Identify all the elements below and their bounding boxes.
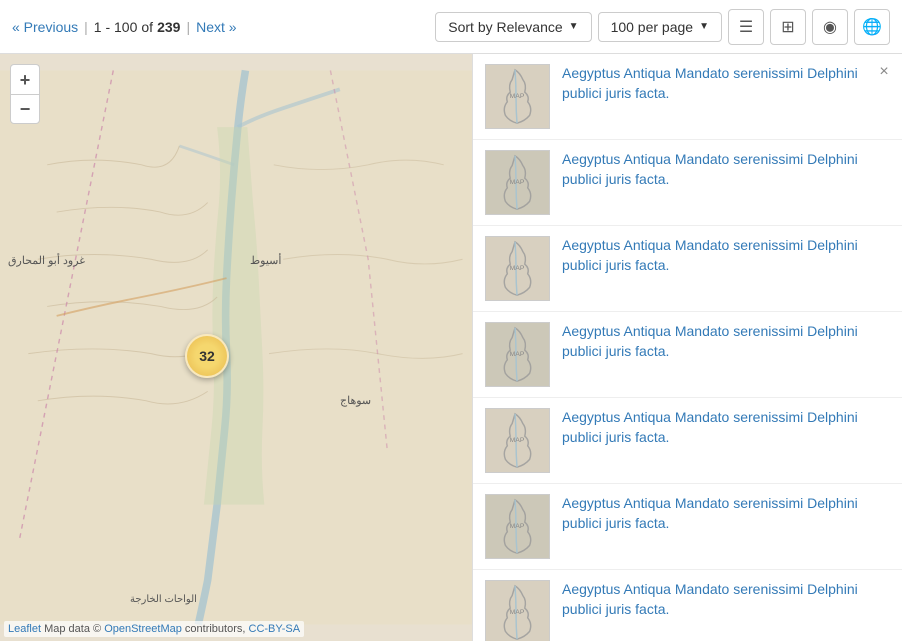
license-link[interactable]: CC-BY-SA	[249, 623, 301, 635]
result-thumbnail: MAP	[485, 64, 550, 129]
result-title-link[interactable]: Aegyptus Antiqua Mandato serenissimi Del…	[562, 323, 858, 359]
result-text: Aegyptus Antiqua Mandato serenissimi Del…	[562, 150, 890, 189]
attribution-contributors: contributors,	[185, 623, 246, 635]
svg-text:MAP: MAP	[510, 265, 525, 272]
svg-text:MAP: MAP	[510, 351, 525, 358]
zoom-in-button[interactable]: +	[10, 64, 40, 94]
result-title-link[interactable]: Aegyptus Antiqua Mandato serenissimi Del…	[562, 409, 858, 445]
result-item[interactable]: MAP Aegyptus Antiqua Mandato serenissimi…	[473, 140, 902, 226]
close-panel-button[interactable]: ×	[874, 62, 894, 82]
result-thumbnail: MAP	[485, 150, 550, 215]
sort-label: Sort by Relevance	[448, 19, 562, 35]
result-title-link[interactable]: Aegyptus Antiqua Mandato serenissimi Del…	[562, 151, 858, 187]
map-background	[0, 54, 472, 641]
prev-link[interactable]: « Previous	[12, 19, 78, 35]
result-text: Aegyptus Antiqua Mandato serenissimi Del…	[562, 64, 890, 103]
result-title-link[interactable]: Aegyptus Antiqua Mandato serenissimi Del…	[562, 65, 858, 101]
result-title-link[interactable]: Aegyptus Antiqua Mandato serenissimi Del…	[562, 581, 858, 617]
result-title-link[interactable]: Aegyptus Antiqua Mandato serenissimi Del…	[562, 495, 858, 531]
osm-link[interactable]: OpenStreetMap	[104, 623, 182, 635]
result-text: Aegyptus Antiqua Mandato serenissimi Del…	[562, 408, 890, 447]
result-text: Aegyptus Antiqua Mandato serenissimi Del…	[562, 236, 890, 275]
per-page-label: 100 per page	[611, 19, 694, 35]
cluster-marker[interactable]: 32	[185, 334, 229, 378]
controls: Sort by Relevance ▼ 100 per page ▼ ☰ ⊞ ◉…	[435, 9, 890, 45]
map-attribution: Leaflet Map data © OpenStreetMap contrib…	[4, 621, 304, 637]
result-item[interactable]: MAP Aegyptus Antiqua Mandato serenissimi…	[473, 398, 902, 484]
svg-text:MAP: MAP	[510, 179, 525, 186]
result-thumbnail: MAP	[485, 408, 550, 473]
result-thumbnail: MAP	[485, 580, 550, 641]
results-panel: × MAP Aegyptus Antiqua Mandato serenissi…	[472, 54, 902, 641]
zoom-out-button[interactable]: −	[10, 94, 40, 124]
svg-text:MAP: MAP	[510, 523, 525, 530]
per-page-dropdown[interactable]: 100 per page ▼	[598, 12, 722, 42]
of-label: of	[141, 19, 153, 35]
result-thumbnail: MAP	[485, 322, 550, 387]
result-item[interactable]: MAP Aegyptus Antiqua Mandato serenissimi…	[473, 312, 902, 398]
svg-text:MAP: MAP	[510, 93, 525, 100]
next-link[interactable]: Next »	[196, 19, 236, 35]
separator1: |	[84, 19, 88, 35]
result-text: Aegyptus Antiqua Mandato serenissimi Del…	[562, 494, 890, 533]
result-item[interactable]: MAP Aegyptus Antiqua Mandato serenissimi…	[473, 570, 902, 641]
grid-view-button[interactable]: ⊞	[770, 9, 806, 45]
leaflet-link[interactable]: Leaflet	[8, 623, 41, 635]
map-view-button[interactable]: 🌐	[854, 9, 890, 45]
attribution-map-text: Map data ©	[44, 623, 101, 635]
result-thumbnail: MAP	[485, 494, 550, 559]
map-container[interactable]: أسيوط سوهاج غرود أبو المحارق الواحات الخ…	[0, 54, 472, 641]
result-text: Aegyptus Antiqua Mandato serenissimi Del…	[562, 580, 890, 619]
results-list: MAP Aegyptus Antiqua Mandato serenissimi…	[473, 54, 902, 641]
list-view-button[interactable]: ☰	[728, 9, 764, 45]
svg-text:MAP: MAP	[510, 437, 525, 444]
total-count: 239	[157, 19, 180, 35]
range-label: 1 - 100	[94, 19, 138, 35]
zoom-controls: + −	[10, 64, 40, 124]
timeline-view-button[interactable]: ◉	[812, 9, 848, 45]
sort-dropdown[interactable]: Sort by Relevance ▼	[435, 12, 591, 42]
per-page-caret: ▼	[699, 21, 709, 32]
topbar: « Previous | 1 - 100 of 239 | Next » Sor…	[0, 0, 902, 54]
result-item[interactable]: MAP Aegyptus Antiqua Mandato serenissimi…	[473, 226, 902, 312]
result-item[interactable]: MAP Aegyptus Antiqua Mandato serenissimi…	[473, 54, 902, 140]
main-content: أسيوط سوهاج غرود أبو المحارق الواحات الخ…	[0, 54, 902, 641]
svg-text:MAP: MAP	[510, 609, 525, 616]
separator2: |	[186, 19, 190, 35]
result-text: Aegyptus Antiqua Mandato serenissimi Del…	[562, 322, 890, 361]
result-thumbnail: MAP	[485, 236, 550, 301]
result-item[interactable]: MAP Aegyptus Antiqua Mandato serenissimi…	[473, 484, 902, 570]
pagination: « Previous | 1 - 100 of 239 | Next »	[12, 19, 237, 35]
result-title-link[interactable]: Aegyptus Antiqua Mandato serenissimi Del…	[562, 237, 858, 273]
sort-caret: ▼	[569, 21, 579, 32]
